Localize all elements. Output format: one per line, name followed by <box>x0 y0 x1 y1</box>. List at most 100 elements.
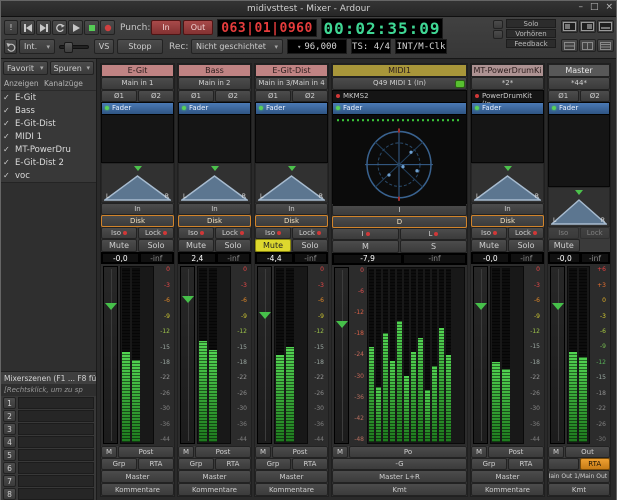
view-toggle-icon[interactable] <box>597 39 614 52</box>
gain-display[interactable]: 2,4 <box>179 253 216 263</box>
close-icon[interactable]: × <box>605 2 613 12</box>
solo-isolate-button[interactable]: I <box>332 228 399 240</box>
fader-slider[interactable] <box>103 266 118 444</box>
strip-name-button[interactable]: MT-PowerDrumKi <box>471 64 544 77</box>
track-visible-checkbox[interactable]: ✓ <box>3 145 15 154</box>
strip-name-button[interactable]: Bass <box>178 64 251 77</box>
gain-display[interactable]: -4,4 <box>256 253 293 263</box>
processor-active-led[interactable] <box>552 106 556 110</box>
punch-out-button[interactable]: Out <box>183 20 213 35</box>
fader-processor[interactable]: Fader <box>333 103 466 115</box>
mute-button[interactable]: Mute <box>255 239 291 252</box>
gain-display[interactable]: -0,0 <box>549 253 580 263</box>
transport-state-button[interactable]: Stopp <box>117 39 163 54</box>
peak-display[interactable]: -inf <box>581 253 609 263</box>
mute-button[interactable]: Mute <box>548 239 580 252</box>
metering-mode-button[interactable]: Post <box>272 446 328 458</box>
mixer-scene-button[interactable]: 7 <box>3 475 16 487</box>
peak-display[interactable]: -inf <box>403 254 466 264</box>
monitor-input-button[interactable]: In <box>471 203 544 215</box>
track-list-item[interactable]: ✓E-Git-Dist <box>1 117 96 130</box>
comments-button[interactable]: Kommentare <box>101 483 174 496</box>
solo-indicator[interactable]: Solo <box>506 19 556 28</box>
processor-active-led[interactable] <box>259 106 263 110</box>
phase-1-button[interactable]: Ø1 <box>101 90 137 102</box>
solo-isolate-button[interactable]: Iso <box>178 227 214 239</box>
monitor-input-button[interactable]: In <box>178 203 251 215</box>
meter-point-button[interactable]: M <box>101 446 117 458</box>
metering-mode-button[interactable]: Post <box>488 446 544 458</box>
undo-button[interactable] <box>4 39 17 54</box>
gain-display[interactable]: -0,0 <box>472 253 509 263</box>
recorder-window-icon[interactable] <box>597 20 614 33</box>
phase-2-button[interactable]: Ø2 <box>215 90 251 102</box>
solo-lock-button[interactable]: Lock <box>508 227 544 239</box>
big-clock[interactable]: 00:02:35:09 <box>321 18 443 39</box>
strip-input-button[interactable]: *44* <box>548 77 610 90</box>
meter-point-button[interactable]: M <box>178 446 194 458</box>
mixer-scene-slot[interactable] <box>18 449 94 461</box>
meter-point-button[interactable]: M <box>255 446 271 458</box>
monitor-disk-button[interactable]: Disk <box>255 215 328 227</box>
processor-active-led[interactable] <box>336 106 340 110</box>
strip-input-button[interactable]: *2* <box>471 77 544 90</box>
error-log-button[interactable]: ! <box>4 20 18 35</box>
track-visible-checkbox[interactable]: ✓ <box>3 119 15 128</box>
mixer-window-icon[interactable] <box>579 20 596 33</box>
metering-mode-button[interactable]: Post <box>118 446 174 458</box>
comments-button[interactable]: Kommentare <box>178 483 251 496</box>
monitor-disk-button[interactable]: Disk <box>101 215 174 227</box>
minimize-icon[interactable]: – <box>578 2 583 12</box>
pan-widget[interactable]: L R <box>471 163 544 203</box>
mixer-scene-slot[interactable] <box>18 462 94 474</box>
go-to-end-button[interactable] <box>36 20 51 35</box>
comments-button[interactable]: Kmt <box>548 483 610 496</box>
fader-thumb[interactable] <box>259 312 271 319</box>
output-button[interactable]: Master <box>101 470 174 483</box>
comments-button[interactable]: Kmt <box>332 483 467 496</box>
view-toggle-icon[interactable] <box>579 39 596 52</box>
peak-display[interactable]: -inf <box>217 253 250 263</box>
strip-input-button[interactable]: Main in 1 <box>101 77 174 90</box>
solo-lock-button[interactable]: Lock <box>215 227 251 239</box>
mute-button[interactable]: Mute <box>178 239 214 252</box>
solo-button[interactable]: Solo <box>215 239 251 252</box>
track-list-item[interactable]: ✓E-Git-Dist 2 <box>1 156 96 169</box>
fader-processor[interactable]: Fader <box>549 103 609 115</box>
track-visible-checkbox[interactable]: ✓ <box>3 132 15 141</box>
solo-lock-button[interactable]: Lock <box>138 227 174 239</box>
phase-2-button[interactable]: Ø2 <box>580 90 611 102</box>
status-led-button[interactable] <box>493 20 503 29</box>
peak-display[interactable]: -inf <box>140 253 173 263</box>
comments-button[interactable]: Kommentare <box>471 483 544 496</box>
stop-button[interactable] <box>84 20 99 35</box>
track-visible-checkbox[interactable]: ✓ <box>3 171 15 180</box>
output-button[interactable]: Master <box>255 470 328 483</box>
maximize-icon[interactable]: □ <box>590 2 599 12</box>
fader-thumb[interactable] <box>552 303 564 310</box>
processor-active-led[interactable] <box>475 94 479 98</box>
play-button[interactable] <box>68 20 83 35</box>
track-list-item[interactable]: ✓Bass <box>1 104 96 117</box>
punch-in-button[interactable]: In <box>151 20 181 35</box>
shuttle-speed-slider[interactable] <box>59 45 89 49</box>
monitor-input-button[interactable]: In <box>255 203 328 215</box>
phase-2-button[interactable]: Ø2 <box>292 90 328 102</box>
peak-display[interactable]: -inf <box>510 253 543 263</box>
fader-processor[interactable]: Fader <box>256 103 327 115</box>
processor-active-led[interactable] <box>336 94 340 98</box>
fader-slider[interactable] <box>257 266 272 444</box>
mixer-scene-button[interactable]: 6 <box>3 462 16 474</box>
strip-input-button[interactable]: Main in 2 <box>178 77 251 90</box>
processor-active-led[interactable] <box>475 106 479 110</box>
metering-mode-button[interactable]: Post <box>195 446 251 458</box>
monitor-disk-button[interactable]: Disk <box>178 215 251 227</box>
strip-name-button[interactable]: E-Git-Dist <box>255 64 328 77</box>
processor-box[interactable]: MKMS2 Fader <box>332 90 467 204</box>
processor-active-led[interactable] <box>182 106 186 110</box>
go-to-start-button[interactable] <box>20 20 35 35</box>
monitor-disk-button[interactable]: Disk <box>471 215 544 227</box>
editor-window-icon[interactable] <box>561 20 578 33</box>
monitor-input-button[interactable]: In <box>101 203 174 215</box>
audition-indicator[interactable]: Vorhören <box>506 29 556 38</box>
